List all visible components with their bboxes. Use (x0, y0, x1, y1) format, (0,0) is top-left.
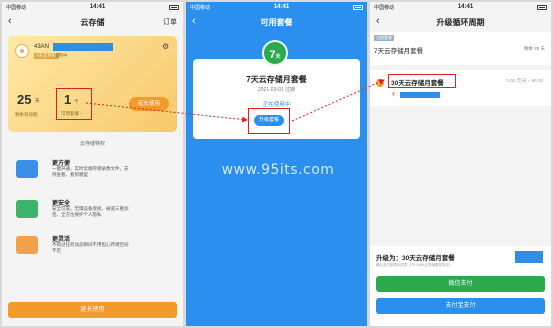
available-packages-button[interactable]: 1 个 可用套餐 › (56, 88, 92, 120)
status-bar: 中国移动 14:41 (186, 2, 367, 12)
back-icon[interactable]: ‹ (376, 15, 380, 27)
days-remaining-label: 剩余有效期 (15, 112, 38, 117)
option-name: 30天云存储月套餐 (391, 80, 444, 87)
watermark: www.95its.com (221, 162, 335, 178)
upgrade-option[interactable]: ✓ 30天云存储月套餐 0.02 元/天 = ¥6.00 ¥ (370, 70, 551, 106)
upgrade-package-button[interactable]: 升级套餐 (254, 115, 284, 126)
storage-icon (16, 236, 38, 254)
package-title: 7天云存储月套餐 (246, 75, 307, 84)
package-label: 可用套餐 › (61, 111, 82, 116)
badge-unit: 天 (275, 54, 281, 60)
seven-day-badge-icon: 7天 (262, 40, 288, 66)
option-highlight: 30天云存储月套餐 (388, 74, 456, 88)
battery-icon (353, 4, 363, 10)
status-time: 14:41 (457, 4, 474, 10)
status-bar: 中国移动 14:41 (2, 2, 183, 12)
page-title: 可用套餐 (260, 17, 293, 27)
extend-bottom-button[interactable]: 延长使用 (8, 302, 177, 318)
carrier: 中国移动 (6, 4, 27, 11)
privilege-item: 更灵活 不错过任何动态瞬间不用担心存储空间不足 (16, 234, 166, 260)
days-remaining-value: 25 (17, 92, 32, 107)
privilege-desc: 不错过任何动态瞬间不用担心存储空间不足 (52, 242, 129, 253)
back-icon[interactable]: ‹ (192, 15, 196, 27)
carrier: 中国移动 (190, 4, 211, 11)
redaction-mask (400, 92, 440, 98)
wechat-pay-button[interactable]: 微信支付 (376, 276, 545, 292)
privilege-item: 更安全 安全可靠，无惧设备受损、被盗三重加密，全方位保护个人隐私 (16, 198, 166, 224)
trial-status: 试用中 (54, 53, 68, 58)
current-package-remaining: 剩余 25 天 (523, 46, 545, 51)
gear-icon[interactable]: ⚙ (162, 43, 170, 51)
privilege-desc: 一键开通，实时云端存储录像文件，支持查看，看到哪里 (52, 166, 129, 177)
package-in-use: 正在使用中 (262, 102, 291, 108)
package-unit: 个 (74, 99, 79, 104)
nav-bar: ‹ 升级循环周期 (370, 12, 551, 32)
nav-bar: ‹ 可用套餐 (186, 12, 367, 32)
carrier: 中国移动 (374, 4, 395, 11)
days-unit: 天 (35, 98, 40, 103)
orders-link[interactable]: 订单 (163, 17, 177, 27)
privileges-title: 云存储特权 (79, 141, 105, 147)
alipay-button[interactable]: 支付宝支付 (376, 298, 545, 314)
cloud-storage-card: 43AN 7天云存储 试用中 ⚙ 25 天 剩余有效期 1 个 可用套餐 › 延… (8, 36, 177, 132)
upgrade-to-label: 升级为：30天云存储月套餐 (376, 255, 455, 262)
device-name: 43AN (34, 44, 50, 50)
current-package-section: 当前套餐 7天云存储月套餐 剩余 25 天 (370, 32, 551, 65)
redaction-mask (515, 251, 543, 263)
phone-available-packages: 中国移动 14:41 ‹ 可用套餐 7天云存储月套餐 2021-03-01 过期… (186, 2, 367, 326)
terms-link[interactable]: 确认支付即表示同意《TP-LINK云存储服务协议》 (376, 263, 452, 268)
extend-button[interactable]: 延长使用 (129, 97, 169, 111)
privilege-item: 更方便 一键开通，实时云端存储录像文件，支持查看，看到哪里 (16, 158, 166, 184)
status-bar: 中国移动 14:41 (370, 2, 551, 12)
current-package-name: 7天云存储月套餐 (374, 48, 424, 55)
page-title: 云存储 (80, 17, 105, 27)
package-expire: 2021-03-01 过期 (258, 87, 295, 93)
status-time: 14:41 (273, 4, 290, 10)
check-icon: ✓ (376, 79, 384, 87)
camera-avatar-icon (15, 44, 29, 58)
redaction-mask (53, 43, 113, 51)
phone-upgrade-cycle: 中国移动 14:41 ‹ 升级循环周期 当前套餐 7天云存储月套餐 剩余 25 … (370, 2, 551, 326)
page-title: 升级循环周期 (436, 17, 485, 27)
option-old-price: 0.02 元/天 = ¥6.00 (506, 78, 543, 83)
battery-icon (537, 4, 547, 10)
nav-bar: ‹ 云存储 订单 (2, 12, 183, 32)
upgrade-highlight: 升级套餐 (248, 108, 290, 134)
status-time: 14:41 (89, 4, 106, 10)
screenshot-canvas: 中国移动 14:41 ‹ 云存储 订单 43AN 7天云存储 试用中 ⚙ 25 … (0, 0, 553, 328)
shield-icon (16, 200, 38, 218)
battery-icon (169, 4, 179, 10)
option-price: ¥ (392, 92, 395, 98)
current-package-tag: 当前套餐 (374, 35, 394, 41)
phone-cloud-storage: 中国移动 14:41 ‹ 云存储 订单 43AN 7天云存储 试用中 ⚙ 25 … (2, 2, 183, 326)
payment-footer: 升级为：30天云存储月套餐 确认支付即表示同意《TP-LINK云存储服务协议》 … (370, 246, 551, 326)
back-icon[interactable]: ‹ (8, 15, 12, 27)
package-count: 1 (64, 92, 72, 107)
video-icon (16, 160, 38, 178)
privilege-desc: 安全可靠，无惧设备受损、被盗三重加密，全方位保护个人隐私 (52, 206, 129, 217)
